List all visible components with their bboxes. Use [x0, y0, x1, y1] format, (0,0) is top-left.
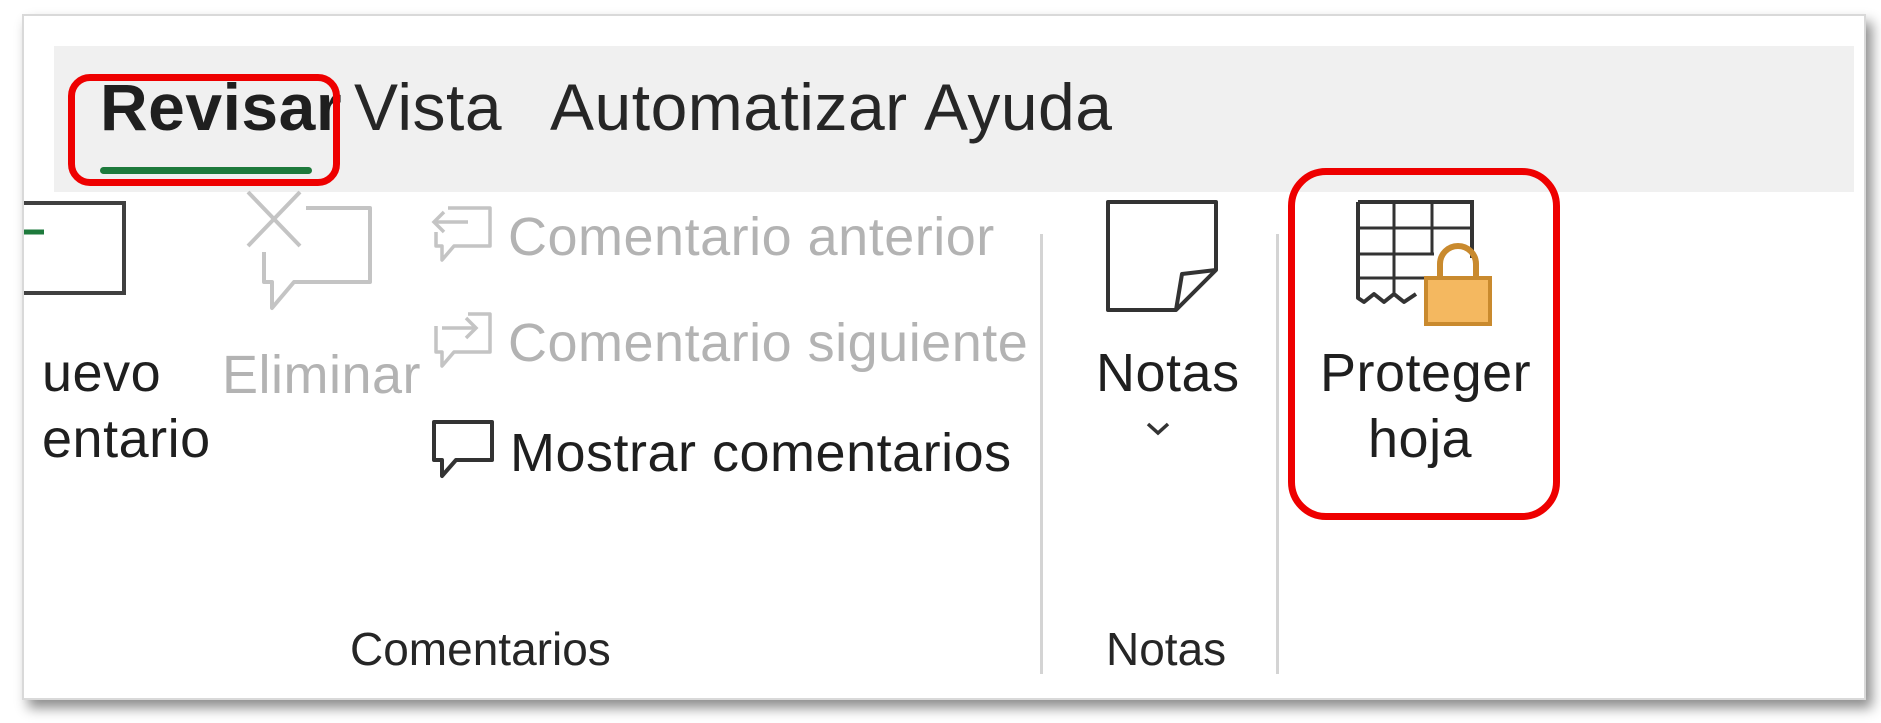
comentario-anterior-label: Comentario anterior [508, 207, 995, 267]
revisar-highlight-box [68, 74, 340, 186]
tab-automatizar[interactable]: Automatizar [550, 74, 908, 140]
group-separator-2 [1276, 234, 1279, 674]
group-separator-1 [1040, 234, 1043, 674]
delete-comment-icon [242, 186, 382, 316]
proteger-hoja-highlight-box [1288, 168, 1560, 520]
ribbon-screenshot-frame: Revisar Vista Automatizar Ayuda uevo ent… [22, 14, 1866, 700]
new-comment-icon [24, 198, 144, 308]
comentarios-group-label: Comentarios [350, 623, 611, 675]
notas-button-label: Notas [1096, 343, 1240, 403]
nuevo-comentario-label-line2: entario [42, 409, 211, 469]
tab-vista[interactable]: Vista [354, 74, 502, 140]
notas-group-label: Notas [1106, 623, 1227, 675]
show-comments-icon [428, 416, 498, 486]
comentario-siguiente-label: Comentario siguiente [508, 313, 1029, 373]
next-comment-icon [428, 306, 498, 376]
tab-ayuda[interactable]: Ayuda [924, 74, 1112, 140]
previous-comment-icon [428, 200, 498, 270]
nuevo-comentario-label-line1: uevo [42, 343, 162, 403]
eliminar-label: Eliminar [222, 345, 422, 405]
chevron-down-icon [1144, 420, 1172, 438]
mostrar-comentarios-label: Mostrar comentarios [510, 423, 1012, 483]
note-icon [1104, 198, 1224, 318]
